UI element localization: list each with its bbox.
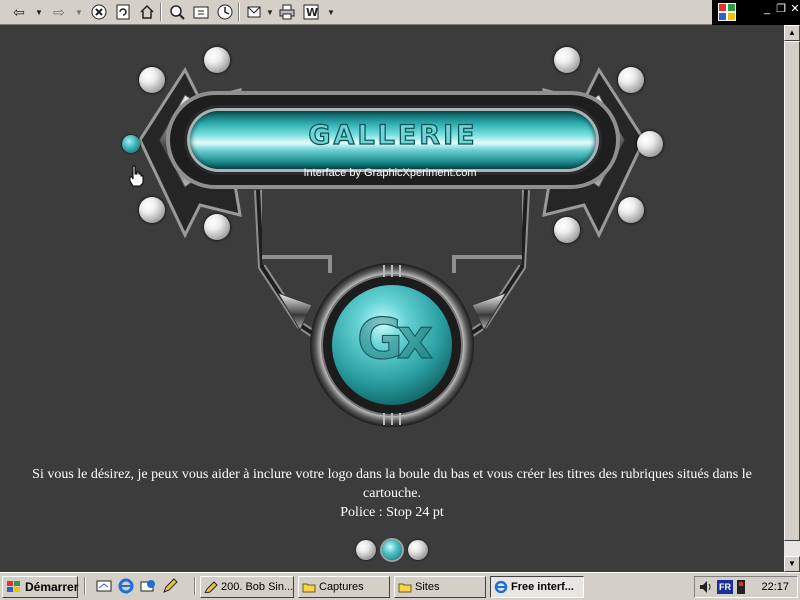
orb-logo-text: Gx xyxy=(356,306,433,372)
start-button[interactable]: Démarrer xyxy=(2,576,78,598)
task-label: Free interf... xyxy=(511,581,574,593)
credit-text[interactable]: Interface by GraphicXperiment.com xyxy=(230,167,550,179)
speaker-icon[interactable] xyxy=(699,580,713,594)
scroll-down-icon[interactable]: ▼ xyxy=(784,556,800,572)
pearl-ornament xyxy=(637,131,663,157)
home-icon[interactable] xyxy=(138,2,156,22)
taskbar: Démarrer 200. Bob Sin... Captures Sites … xyxy=(0,572,800,600)
gallery-title: GALLERIE xyxy=(308,119,478,151)
task-label: 200. Bob Sin... xyxy=(221,581,294,593)
language-indicator[interactable]: FR xyxy=(717,580,733,594)
pencil-app-icon xyxy=(204,581,218,593)
windows-logo-icon xyxy=(6,580,22,594)
folder-icon xyxy=(302,583,316,593)
network-icon[interactable] xyxy=(736,579,748,595)
outlook-express-icon[interactable] xyxy=(140,578,156,594)
favorites-icon[interactable] xyxy=(192,2,210,22)
edit-word-icon[interactable]: W xyxy=(302,2,320,22)
start-label: Démarrer xyxy=(25,580,79,594)
vertical-scrollbar[interactable]: ▲ ▼ xyxy=(784,25,800,572)
system-tray: FR 22:17 xyxy=(694,576,798,598)
forward-arrow-icon[interactable]: ⇨ xyxy=(50,2,68,22)
pencil-app-icon[interactable] xyxy=(162,578,178,594)
print-icon[interactable] xyxy=(278,2,296,22)
nav-next-button[interactable] xyxy=(408,540,428,560)
taskbar-separator xyxy=(84,577,86,595)
show-desktop-icon[interactable] xyxy=(96,578,112,594)
mail-icon[interactable] xyxy=(246,2,264,22)
close-icon[interactable]: ✕ xyxy=(788,3,800,15)
taskbar-task-bob[interactable]: 200. Bob Sin... xyxy=(200,576,294,598)
taskbar-task-sites[interactable]: Sites xyxy=(394,576,486,598)
scroll-thumb[interactable] xyxy=(784,41,800,541)
font-info-text: Police : Stop 24 pt xyxy=(340,505,444,520)
browser-toolbar: ⇦ ▼ ⇨ ▼ ▼ W ▼ _ ❐ ✕ xyxy=(0,0,800,25)
window-controls: _ ❐ ✕ xyxy=(712,0,800,25)
pearl-ornament xyxy=(618,67,644,93)
mail-dropdown-icon[interactable]: ▼ xyxy=(265,2,275,22)
nav-current-button[interactable] xyxy=(382,540,402,560)
description-text: Si vous le désirez, je peux vous aider à… xyxy=(32,467,752,501)
gallery-interface: GALLERIE Interface by GraphicXperiment.c… xyxy=(0,25,784,572)
description: Si vous le désirez, je peux vous aider à… xyxy=(0,465,784,522)
internet-explorer-icon xyxy=(494,581,508,593)
restore-icon[interactable]: ❐ xyxy=(774,3,788,15)
back-dropdown-icon[interactable]: ▼ xyxy=(34,2,44,22)
toolbar-separator xyxy=(238,3,240,21)
minimize-icon[interactable]: _ xyxy=(760,3,774,15)
taskbar-separator xyxy=(194,577,196,595)
teal-hover-button[interactable] xyxy=(122,135,140,153)
nav-previous-button[interactable] xyxy=(356,540,376,560)
scroll-up-icon[interactable]: ▲ xyxy=(784,25,800,41)
folder-icon xyxy=(398,583,412,593)
pearl-ornament xyxy=(554,217,580,243)
pearl-ornament xyxy=(139,197,165,223)
pearl-ornament xyxy=(204,214,230,240)
stop-icon[interactable] xyxy=(90,2,108,22)
task-label: Sites xyxy=(415,581,440,593)
edit-dropdown-icon[interactable]: ▼ xyxy=(326,2,336,22)
windows-logo-icon xyxy=(718,3,736,21)
pearl-ornament xyxy=(204,47,230,73)
taskbar-task-captures[interactable]: Captures xyxy=(298,576,390,598)
search-icon[interactable] xyxy=(168,2,186,22)
toolbar-separator xyxy=(160,3,162,21)
svg-text:W: W xyxy=(306,6,318,19)
task-label: Captures xyxy=(319,581,364,593)
hand-cursor-icon xyxy=(129,165,144,187)
taskbar-task-free-interf[interactable]: Free interf... xyxy=(490,576,584,598)
forward-dropdown-icon[interactable]: ▼ xyxy=(74,2,84,22)
pearl-ornament xyxy=(139,67,165,93)
history-icon[interactable] xyxy=(216,2,234,22)
refresh-icon[interactable] xyxy=(114,2,132,22)
pearl-ornament xyxy=(554,47,580,73)
back-arrow-icon[interactable]: ⇦ xyxy=(10,2,28,22)
internet-explorer-icon[interactable] xyxy=(118,578,134,594)
pearl-ornament xyxy=(618,197,644,223)
clock[interactable]: 22:17 xyxy=(761,581,789,593)
